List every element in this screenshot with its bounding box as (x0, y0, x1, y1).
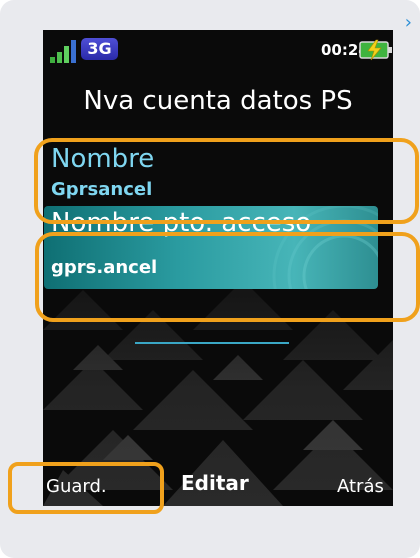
screen-title: Nva cuenta datos PS (83, 86, 353, 116)
signal-bars-icon (50, 40, 76, 63)
highlight-name-field (34, 138, 419, 224)
scroll-indicator (135, 342, 289, 344)
edit-softkey[interactable]: Editar (181, 471, 249, 495)
chevron-right-icon: › (404, 12, 412, 33)
network-type-badge: 3G (81, 38, 118, 60)
highlight-save-softkey (8, 462, 164, 514)
highlight-apn-field (35, 232, 420, 322)
status-bar: 3G 00:24 (43, 30, 393, 70)
battery-charging-icon (359, 39, 392, 61)
back-softkey[interactable]: Atrás (337, 475, 384, 499)
screenshot-frame: › 3G 00:24 Nva cuenta datos PS Nombre Gp… (0, 0, 420, 558)
